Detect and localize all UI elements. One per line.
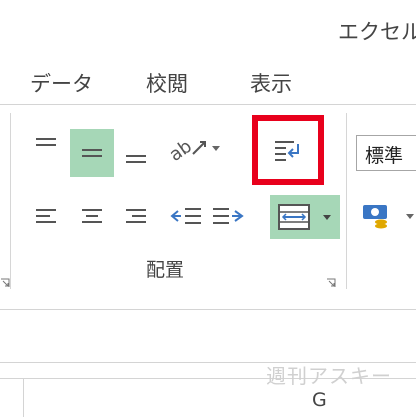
align-center-button[interactable]	[74, 199, 110, 235]
svg-text:ab: ab	[167, 136, 196, 166]
formula-bar[interactable]	[0, 309, 416, 363]
tab-review[interactable]: 校閲	[146, 68, 188, 98]
align-left-button[interactable]	[28, 199, 64, 235]
alignment-group-label: 配置	[145, 259, 184, 281]
column-divider	[23, 379, 24, 417]
align-left-icon	[33, 204, 59, 230]
align-middle-button[interactable]	[70, 129, 114, 177]
align-right-icon	[123, 204, 149, 230]
alignment-settings-launcher-icon[interactable]	[326, 273, 336, 287]
title-bar: エクセル	[0, 0, 416, 58]
align-middle-icon	[79, 140, 105, 166]
number-format-value: 標準	[365, 145, 404, 167]
align-bottom-icon	[123, 140, 149, 166]
column-header-g[interactable]: G	[312, 389, 327, 411]
increase-indent-button[interactable]	[208, 199, 248, 235]
orientation-button[interactable]: ab	[166, 129, 224, 169]
accounting-format-button[interactable]	[360, 197, 416, 237]
tab-data[interactable]: データ	[30, 68, 93, 98]
highlight-box	[252, 115, 324, 185]
align-top-button[interactable]	[28, 129, 64, 165]
number-format-dropdown[interactable]: 標準	[356, 135, 416, 171]
align-top-icon	[33, 134, 59, 160]
watermark: 週刊アスキー	[266, 364, 392, 388]
ribbon-panel: ab 配置 標準	[0, 104, 416, 295]
merge-center-button[interactable]	[270, 195, 340, 239]
tab-view[interactable]: 表示	[250, 68, 292, 98]
decrease-indent-icon	[169, 204, 203, 230]
merge-cells-icon	[275, 201, 335, 233]
align-right-button[interactable]	[118, 199, 154, 235]
app-title: エクセル	[338, 20, 416, 44]
align-center-icon	[79, 204, 105, 230]
increase-indent-icon	[211, 204, 245, 230]
align-bottom-button[interactable]	[118, 133, 154, 173]
decrease-indent-button[interactable]	[166, 199, 206, 235]
text-orientation-icon: ab	[167, 132, 223, 166]
group-separator	[346, 113, 347, 289]
currency-icon	[360, 200, 416, 234]
ribbon-tabs: データ 校閲 表示	[0, 58, 416, 104]
